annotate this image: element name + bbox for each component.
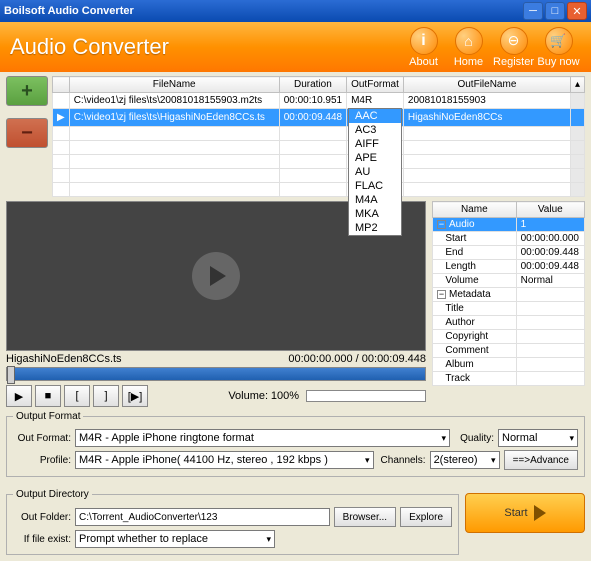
property-row[interactable]: VolumeNormal [433, 274, 585, 288]
volume-label: Volume: 100% [228, 390, 299, 402]
scrollbar-up[interactable]: ▴ [570, 77, 584, 93]
play-overlay-icon[interactable] [192, 252, 240, 300]
dropdown-option[interactable]: AIFF [349, 137, 401, 151]
output-directory-group: Output Directory Out Folder: Browser... … [6, 489, 459, 555]
dropdown-option[interactable]: M4A [349, 193, 401, 207]
col-duration[interactable]: Duration [279, 77, 346, 93]
channels-select[interactable]: 2(stereo) [430, 451, 500, 469]
app-header: Audio Converter i About ⌂ Home ⊖ Registe… [0, 22, 591, 72]
mark-in-button[interactable]: [ [64, 385, 90, 407]
advance-button[interactable]: ==>Advance [504, 450, 578, 470]
table-row[interactable]: C:\video1\zj files\ts\20081018155903.m2t… [53, 93, 585, 109]
col-filename[interactable]: FileName [69, 77, 279, 93]
col-prop-value[interactable]: Value [516, 202, 584, 218]
dropdown-option[interactable]: FLAC [349, 179, 401, 193]
dropdown-option[interactable]: AAC [349, 109, 401, 123]
output-format-group: Output Format Out Format: M4R - Apple iP… [6, 411, 585, 477]
col-prop-name[interactable]: Name [433, 202, 517, 218]
start-button[interactable]: Start [465, 493, 585, 533]
titlebar: Boilsoft Audio Converter ─ □ ✕ [0, 0, 591, 22]
out-format-select[interactable]: M4R - Apple iPhone ringtone format [75, 429, 450, 447]
explore-button[interactable]: Explore [400, 507, 452, 527]
property-row[interactable]: Length00:00:09.448 [433, 260, 585, 274]
home-icon: ⌂ [455, 27, 483, 55]
dropdown-option[interactable]: MP2 [349, 221, 401, 235]
property-row[interactable]: Track [433, 372, 585, 386]
play-button[interactable]: ▶ [6, 385, 32, 407]
mark-out-button[interactable]: ] [93, 385, 119, 407]
close-button[interactable]: ✕ [567, 2, 587, 20]
maximize-button[interactable]: □ [545, 2, 565, 20]
property-row[interactable]: −Audio1 [433, 218, 585, 232]
remove-file-button[interactable]: − [6, 118, 48, 148]
dropdown-option[interactable]: MKA [349, 207, 401, 221]
seek-slider[interactable] [6, 367, 426, 381]
key-icon: ⊖ [500, 27, 528, 55]
out-format-label: Out Format: [13, 433, 71, 444]
window-title: Boilsoft Audio Converter [4, 5, 521, 17]
minimize-button[interactable]: ─ [523, 2, 543, 20]
property-row[interactable]: −Metadata [433, 288, 585, 302]
next-mark-button[interactable]: [▶] [122, 385, 148, 407]
property-row[interactable]: Author [433, 316, 585, 330]
dropdown-option[interactable]: AC3 [349, 123, 401, 137]
file-table[interactable]: FileName Duration OutFormat OutFileName … [52, 76, 585, 197]
preview-time: 00:00:00.000 / 00:00:09.448 [288, 353, 426, 365]
property-row[interactable]: Comment [433, 344, 585, 358]
col-outfilename[interactable]: OutFileName [403, 77, 570, 93]
home-button[interactable]: ⌂ Home [446, 27, 491, 68]
property-row[interactable]: Title [433, 302, 585, 316]
if-exist-select[interactable]: Prompt whether to replace [75, 530, 275, 548]
table-row[interactable] [53, 127, 585, 141]
property-row[interactable]: Start00:00:00.000 [433, 232, 585, 246]
quality-label: Quality: [454, 433, 494, 444]
table-row[interactable] [53, 183, 585, 197]
properties-panel: Name Value −Audio1 Start00:00:00.000 End… [432, 201, 585, 407]
col-outformat[interactable]: OutFormat [347, 77, 404, 93]
outformat-dropdown[interactable]: AACAC3AIFFAPEAUFLACM4AMKAMP2 [348, 108, 402, 236]
info-icon: i [410, 27, 438, 55]
property-row[interactable]: Album [433, 358, 585, 372]
property-row[interactable]: End00:00:09.448 [433, 246, 585, 260]
if-exist-label: If file exist: [13, 534, 71, 545]
table-row[interactable] [53, 155, 585, 169]
seek-thumb[interactable] [7, 366, 15, 384]
about-button[interactable]: i About [401, 27, 446, 68]
table-row[interactable]: ▶C:\video1\zj files\ts\HigashiNoEden8CCs… [53, 109, 585, 127]
channels-label: Channels: [378, 455, 426, 466]
register-button[interactable]: ⊖ Register [491, 27, 536, 68]
property-row[interactable]: Copyright [433, 330, 585, 344]
cart-icon: 🛒 [545, 27, 573, 55]
volume-slider[interactable] [306, 390, 426, 402]
profile-label: Profile: [13, 455, 71, 466]
profile-select[interactable]: M4R - Apple iPhone( 44100 Hz, stereo , 1… [75, 451, 374, 469]
dropdown-option[interactable]: APE [349, 151, 401, 165]
app-title: Audio Converter [10, 34, 401, 60]
out-folder-input[interactable] [75, 508, 330, 526]
table-row[interactable] [53, 141, 585, 155]
preview-filename: HigashiNoEden8CCs.ts [6, 353, 122, 365]
dropdown-option[interactable]: AU [349, 165, 401, 179]
browser-button[interactable]: Browser... [334, 507, 396, 527]
quality-select[interactable]: Normal [498, 429, 578, 447]
table-row[interactable] [53, 169, 585, 183]
buy-now-button[interactable]: 🛒 Buy now [536, 27, 581, 68]
add-file-button[interactable]: + [6, 76, 48, 106]
stop-button[interactable]: ■ [35, 385, 61, 407]
out-folder-label: Out Folder: [13, 512, 71, 523]
